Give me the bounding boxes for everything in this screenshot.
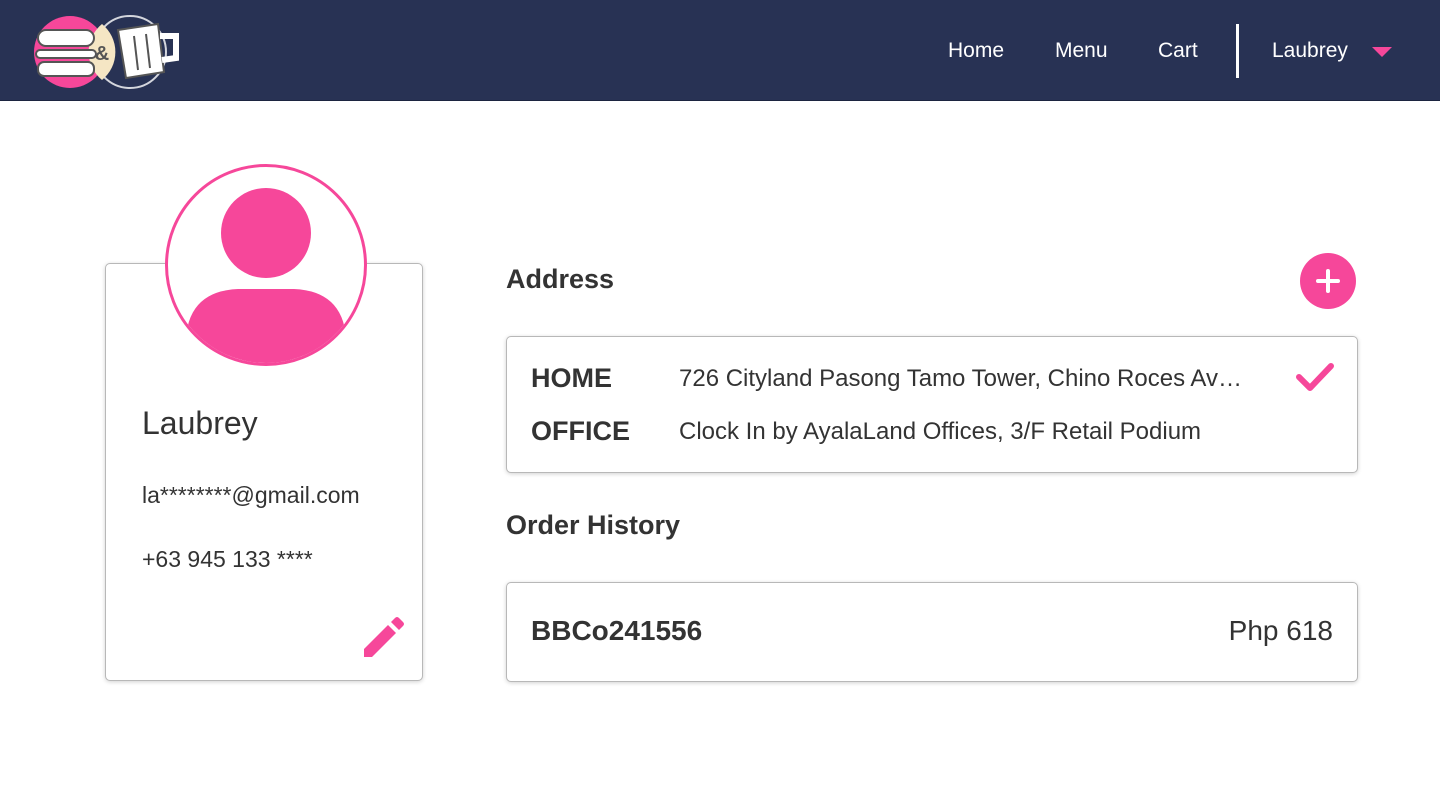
user-avatar-icon xyxy=(165,164,367,366)
svg-text:&: & xyxy=(95,43,109,65)
address-label: HOME xyxy=(531,363,612,393)
profile-email: la********@gmail.com xyxy=(142,482,360,508)
nav-menu-link[interactable]: Menu xyxy=(1055,36,1108,66)
order-history-title: Order History xyxy=(506,510,681,540)
address-item-office[interactable]: OFFICE Clock In by AyalaLand Offices, 3/… xyxy=(531,416,1331,450)
address-section-title: Address xyxy=(506,264,615,294)
nav-cart-link[interactable]: Cart xyxy=(1158,36,1198,66)
pencil-icon[interactable] xyxy=(360,615,406,661)
logo-icon[interactable]: & xyxy=(30,12,180,92)
order-id: BBCo241556 xyxy=(531,615,703,646)
top-navbar: & Home Menu Cart Laubrey xyxy=(0,0,1440,101)
caret-down-icon xyxy=(1371,47,1392,57)
nav-home-link[interactable]: Home xyxy=(948,36,1004,66)
nav-divider xyxy=(1236,24,1239,78)
address-text: 726 Cityland Pasong Tamo Tower, Chino Ro… xyxy=(679,365,1249,392)
address-item-home[interactable]: HOME 726 Cityland Pasong Tamo Tower, Chi… xyxy=(531,363,1331,397)
address-list: HOME 726 Cityland Pasong Tamo Tower, Chi… xyxy=(506,336,1358,473)
order-total: Php 618 xyxy=(1228,615,1333,646)
profile-phone: +63 945 133 **** xyxy=(142,546,313,572)
order-row[interactable]: BBCo241556 Php 618 xyxy=(506,582,1358,682)
user-menu-dropdown[interactable]: Laubrey xyxy=(1272,36,1392,66)
add-address-button[interactable] xyxy=(1300,253,1356,309)
address-label: OFFICE xyxy=(531,416,630,446)
user-menu-name: Laubrey xyxy=(1272,39,1348,62)
check-icon xyxy=(1296,363,1334,391)
profile-name: Laubrey xyxy=(142,405,258,441)
address-text: Clock In by AyalaLand Offices, 3/F Retai… xyxy=(679,418,1202,445)
